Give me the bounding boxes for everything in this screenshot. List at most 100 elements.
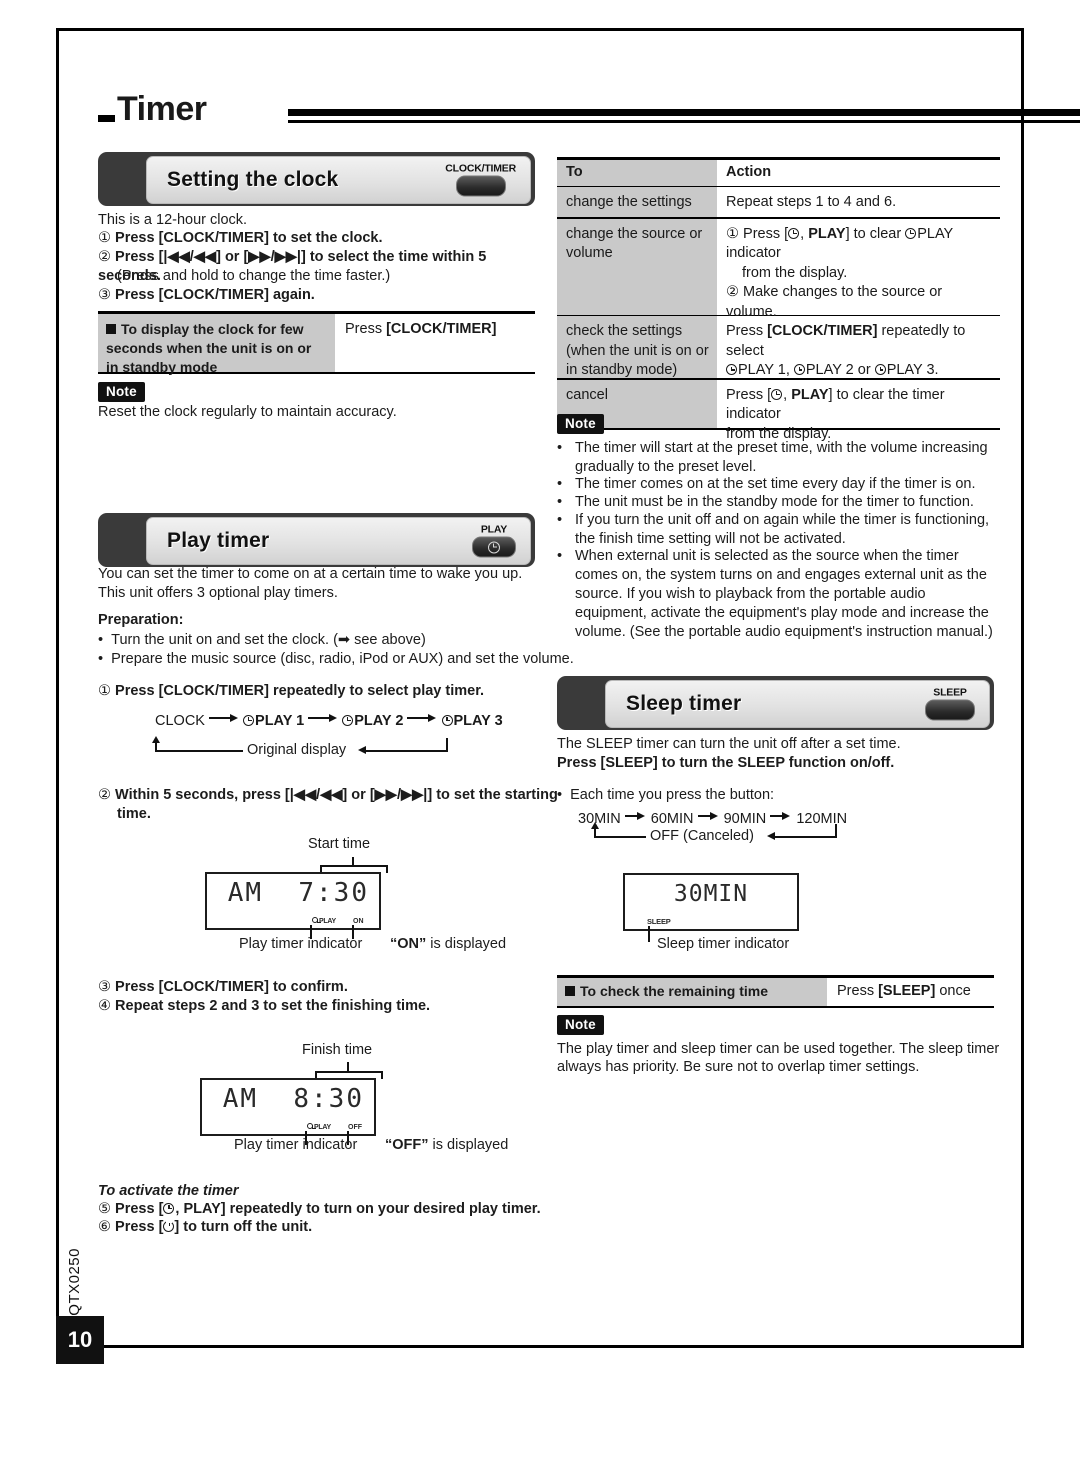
action-row-1-action: Repeat steps 1 to 4 and 6.	[717, 187, 1000, 218]
title-rule-thick	[288, 109, 1080, 116]
clock-icon	[312, 917, 321, 924]
finish-time-bracket-right	[381, 1071, 383, 1079]
sleep-info-table: To check the remaining time Press [SLEEP…	[557, 975, 994, 1008]
activate-timer-heading: To activate the timer	[98, 1183, 239, 1199]
cycle-item-play1: PLAY 1	[255, 713, 305, 729]
action-row-3-action: Press [CLOCK/TIMER] repeatedly to select…	[717, 316, 1000, 379]
bullet-square-icon	[106, 323, 116, 334]
sleep-note-badge: Note	[557, 1015, 604, 1035]
page-number: 10	[56, 1316, 104, 1364]
clock-timer-button[interactable]: CLOCK/TIMER	[445, 163, 516, 197]
cycle-return-arrowhead	[152, 736, 160, 743]
clock-icon	[488, 541, 500, 553]
table-row: check the settings (when the unit is on o…	[557, 316, 1000, 379]
action-table: To Action change the settings Repeat ste…	[557, 157, 1000, 442]
manual-page: Timer Setting the clock CLOCK/TIMER This…	[0, 0, 1080, 1471]
sleep-cycle-arrow-3	[770, 811, 792, 821]
sleep-key-shape	[925, 699, 975, 721]
finish-legend-right: “OFF” is displayed	[385, 1137, 509, 1153]
clock-info-action: Press [CLOCK/TIMER]	[335, 313, 535, 372]
cycle-item-clock: CLOCK	[155, 713, 205, 729]
play-timer-cycle-flow: CLOCK PLAY 1 PLAY 2 PLAY 3	[155, 713, 503, 729]
sleep-bullet: • Each time you press the button:	[557, 787, 775, 803]
action-row-1-to: change the settings	[557, 187, 717, 218]
section-header-play-timer: Play timer PLAY	[98, 513, 535, 567]
start-time-caption: Start time	[308, 836, 371, 852]
cycle-item-play2: PLAY 2	[354, 713, 404, 729]
action-row-4-action: Press [, PLAY] to clear the timer indica…	[717, 379, 1000, 442]
clock-icon	[163, 1203, 175, 1214]
finish-legend-left: Play timer indicator	[234, 1137, 358, 1153]
start-lcd-ampm: AM	[227, 878, 264, 908]
sleep-info-rule-bottom	[557, 1005, 994, 1008]
finish-time-lcd-display: AM 8:30 PLAY OFF	[200, 1078, 376, 1136]
start-lcd-time: 7:30	[298, 878, 369, 908]
start-lcd-state-indicator: ON	[353, 918, 364, 925]
title-rule-thin	[288, 120, 1080, 123]
sleep-cycle-arrow-2	[697, 811, 720, 821]
sleep-lcd-indicator: SLEEP	[647, 917, 671, 926]
sleep-button[interactable]: SLEEP	[925, 686, 975, 721]
clock-icon	[243, 715, 255, 726]
sleep-cycle-item-3: 90MIN	[723, 811, 767, 827]
cycle-arrow-2	[308, 713, 338, 723]
sleep-return-arrowhead	[591, 822, 599, 829]
section-title-play-timer: Play timer	[167, 529, 270, 552]
cycle-arrow-1	[209, 713, 239, 723]
clock-icon	[771, 388, 783, 400]
page-border-right	[1021, 28, 1024, 1348]
cycle-arrow-3	[407, 713, 437, 723]
clock-note-badge: Note	[98, 382, 145, 402]
action-table-header-action: Action	[717, 159, 1000, 186]
bullet-square-icon	[565, 985, 575, 996]
cycle-item-play3: PLAY 3	[453, 713, 503, 729]
clock-icon	[342, 715, 354, 726]
start-time-bracket-right	[386, 865, 388, 873]
action-row-2-to: change the source or volume	[557, 218, 717, 315]
sleep-cycle-arrow-1	[624, 811, 647, 821]
clock-info-row: To display the clock for few seconds whe…	[98, 313, 535, 375]
sleep-intro: The SLEEP timer can turn the unit off af…	[557, 736, 901, 752]
sleep-lcd-value: 30MIN	[673, 881, 749, 907]
play-step-2-cont: time.	[117, 806, 151, 822]
sleep-cycle-item-2: 60MIN	[650, 811, 694, 827]
sleep-info-label: To check the remaining time	[557, 977, 827, 1006]
play-intro-line-2: This unit offers 3 optional play timers.	[98, 585, 338, 601]
action-row-2-action: ① Press [, PLAY] to clear PLAY indicator…	[717, 218, 1000, 339]
start-legend-left: Play timer indicator	[239, 936, 363, 952]
sleep-note-line-2: always has priority. Be sure not to over…	[557, 1059, 920, 1075]
sleep-return-right-stem	[835, 824, 837, 838]
cycle-return-label: Original display	[247, 742, 347, 758]
cycle-return-right-run	[366, 750, 448, 752]
sleep-legend: Sleep timer indicator	[657, 936, 790, 952]
table-row: change the settings Repeat steps 1 to 4 …	[557, 187, 1000, 218]
finish-time-bracket-run	[315, 1071, 383, 1073]
cycle-return-left-arrowhead	[358, 746, 366, 754]
clock-info-table: To display the clock for few seconds whe…	[98, 311, 535, 375]
finish-time-caption: Finish time	[302, 1042, 373, 1058]
section-title-sleep-timer: Sleep timer	[626, 692, 742, 715]
play-key-shape	[472, 536, 516, 558]
finish-lcd-ampm: AM	[222, 1084, 259, 1114]
title-dash-icon	[98, 115, 115, 122]
page-border-top	[56, 28, 1024, 31]
play-note-bullet-5: • When external unit is selected as the s…	[557, 548, 993, 640]
start-lcd-play-indicator: PLAY	[312, 917, 336, 925]
clock-icon	[307, 1123, 316, 1130]
play-note-badge: Note	[557, 414, 604, 434]
cycle-return-right-stem	[446, 738, 448, 752]
cycle-return-left-run	[155, 750, 243, 752]
sleep-button-label: SLEEP	[933, 686, 967, 699]
page-border-left	[56, 28, 59, 1348]
clock-icon	[726, 364, 737, 376]
sleep-return-left-arrowhead	[767, 832, 775, 840]
play-note-bullet-3: • The unit must be in the standby mode fo…	[557, 494, 974, 510]
play-step-6: ⑥ Press [] to turn off the unit.	[98, 1219, 313, 1235]
sleep-cycle-item-4: 120MIN	[796, 811, 848, 827]
start-legend-right: “ON” is displayed	[390, 936, 507, 952]
preparation-item-2: • Prepare the music source (disc, radio,…	[98, 651, 574, 667]
chapter-title: Timer	[98, 90, 1080, 137]
clock-icon	[905, 227, 917, 239]
play-step-1: ① Press [CLOCK/TIMER] repeatedly to sele…	[98, 683, 485, 699]
play-button[interactable]: PLAY	[472, 524, 516, 558]
